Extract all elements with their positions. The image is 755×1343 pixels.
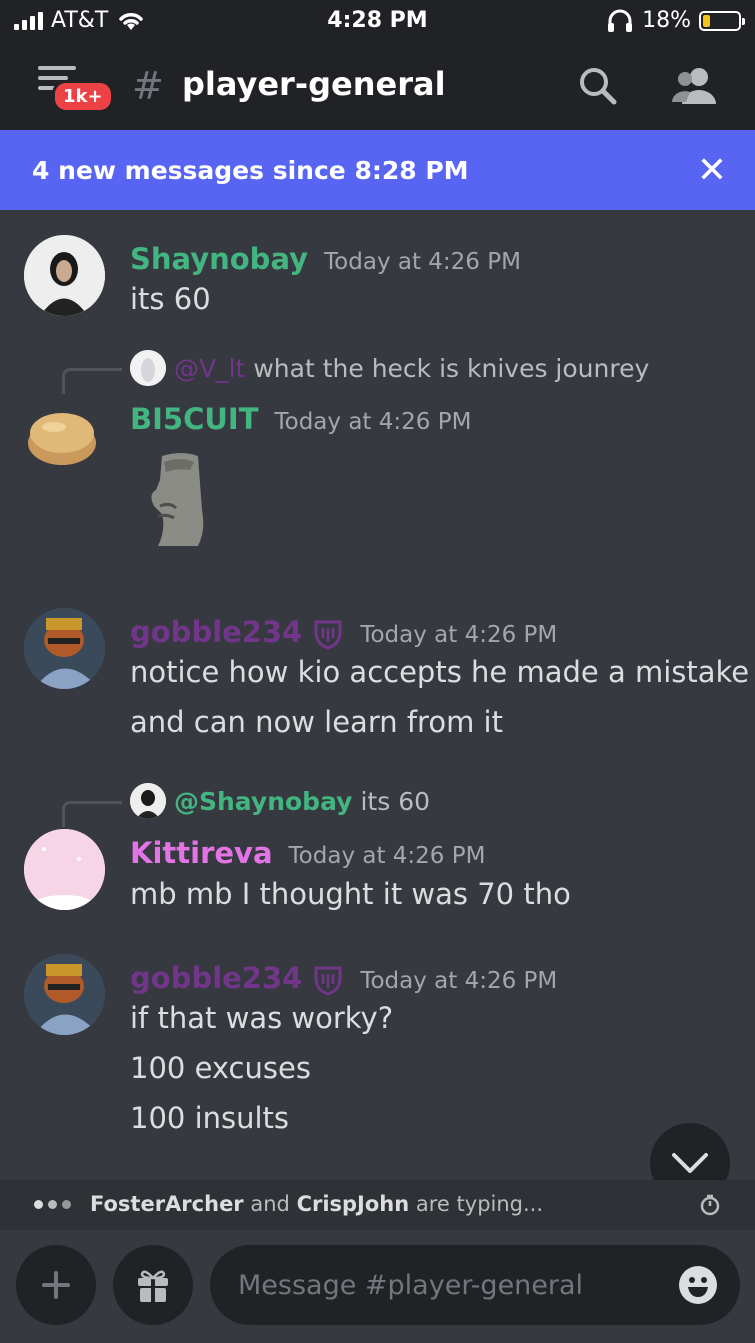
message-text: and can now learn from it [130,705,503,739]
gift-button[interactable] [113,1245,193,1325]
new-messages-bar[interactable]: 4 new messages since 8:28 PM ✕ [0,130,755,210]
channel-header: 1k+ # player-general [0,42,755,130]
message-list[interactable]: Shaynobay Today at 4:26 PM its 60 @V_lt w… [0,210,755,1180]
typing-user: CrispJohn [296,1192,410,1216]
channel-hash-icon: # [132,64,164,108]
emoji-icon[interactable] [678,1265,718,1309]
reply-connector [62,801,122,827]
author-name[interactable]: gobble234 [130,615,302,649]
message-author[interactable]: Shaynobay Today at 4:26 PM [130,242,521,276]
author-name[interactable]: BI5CUIT [130,402,258,436]
message-timestamp: Today at 4:26 PM [288,843,486,869]
typing-indicator: FosterArcher and CrispJohn are typing... [0,1180,755,1230]
message-author[interactable]: gobble234 Today at 4:26 PM [130,615,557,650]
message-text: its 60 [130,282,211,316]
reply-avatar [130,350,166,386]
avatar[interactable] [24,235,105,316]
message-timestamp: Today at 4:26 PM [360,622,558,648]
avatar[interactable] [24,608,105,689]
chevron-down-icon [672,1153,708,1173]
typing-dots-icon [34,1200,71,1209]
avatar[interactable] [24,954,105,1035]
reply-preview[interactable]: @V_lt what the heck is knives jounrey [130,350,649,386]
status-bar: AT&T 4:28 PM 18% [0,0,755,42]
unread-badge: 1k+ [52,80,114,113]
shield-icon [314,620,342,650]
battery-percent: 18% [642,8,691,33]
headphones-icon [608,9,633,32]
message-timestamp: Today at 4:26 PM [274,409,472,435]
close-icon[interactable]: ✕ [697,150,727,191]
typing-user: FosterArcher [90,1192,244,1216]
slowmode-icon [699,1194,721,1221]
message-author[interactable]: BI5CUIT Today at 4:26 PM [130,402,471,436]
status-right: 18% [606,8,745,33]
message-author[interactable]: gobble234 Today at 4:26 PM [130,961,557,996]
message-timestamp: Today at 4:26 PM [360,968,558,994]
menu-button[interactable]: 1k+ [30,64,114,114]
author-name[interactable]: Kittireva [130,836,273,870]
shield-icon [314,966,342,996]
search-icon[interactable] [578,66,618,110]
avatar[interactable] [24,829,105,910]
new-messages-label: 4 new messages since 8:28 PM [32,156,469,185]
moai-sticker[interactable] [140,450,220,554]
plus-icon [42,1271,70,1299]
battery-icon [699,10,745,31]
add-attachment-button[interactable] [16,1245,96,1325]
message-text: 100 insults [130,1101,290,1135]
reply-mention: @V_lt [174,353,246,383]
members-icon[interactable] [672,66,718,110]
gift-icon [138,1270,168,1302]
message-text: notice how kio accepts he made a mistake [130,655,750,689]
author-name[interactable]: gobble234 [130,961,302,995]
message-input-placeholder: Message #player-general [238,1270,584,1301]
typing-text: FosterArcher and CrispJohn are typing... [90,1192,544,1216]
avatar[interactable] [24,395,105,476]
message-input[interactable]: Message #player-general [210,1245,740,1325]
channel-title: player-general [182,65,446,103]
message-text: mb mb I thought it was 70 tho [130,877,571,911]
reply-text: what the heck is knives jounrey [253,353,650,383]
message-text: if that was worky? [130,1001,394,1035]
message-timestamp: Today at 4:26 PM [324,249,521,275]
reply-connector [62,368,122,394]
reply-preview[interactable]: @Shaynobay its 60 [130,783,430,819]
message-text: 100 excuses [130,1051,311,1085]
author-name[interactable]: Shaynobay [130,242,308,276]
reply-mention: @Shaynobay [174,786,353,816]
reply-avatar [130,783,166,819]
composer: Message #player-general [0,1230,755,1343]
message-author[interactable]: Kittireva Today at 4:26 PM [130,836,485,870]
reply-text: its 60 [360,786,430,816]
